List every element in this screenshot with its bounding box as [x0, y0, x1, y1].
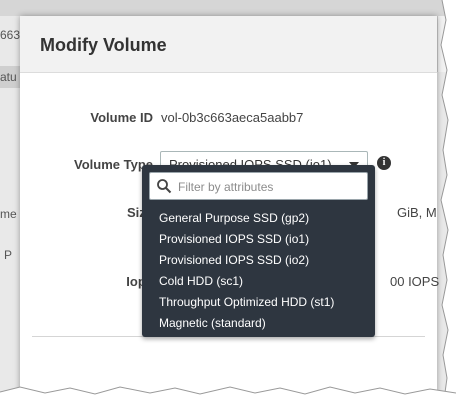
volume-id-label: Volume ID: [90, 110, 153, 125]
volume-id-value: vol-0b3c663aeca5aabb7: [161, 110, 304, 125]
option-sc1[interactable]: Cold HDD (sc1): [159, 274, 243, 288]
iops-hint-fragment: 00 IOPS: [390, 274, 440, 289]
option-st1[interactable]: Throughput Optimized HDD (st1): [159, 295, 334, 309]
option-gp2[interactable]: General Purpose SSD (gp2): [159, 211, 309, 225]
background-fragment: 663: [0, 28, 21, 42]
filter-placeholder: Filter by attributes: [178, 180, 274, 194]
info-icon[interactable]: i: [377, 156, 391, 170]
size-hint-fragment: GiB, M: [397, 205, 437, 220]
dialog-header: Modify Volume: [20, 16, 437, 73]
volume-type-label: Volume Type: [74, 157, 153, 172]
background-fragment: me: [0, 207, 17, 221]
background-fragment: P: [4, 248, 13, 262]
background-right-panel: [437, 16, 456, 72]
background-fragment: atu: [0, 70, 17, 84]
volume-type-dropdown-menu: Filter by attributes General Purpose SSD…: [142, 165, 375, 337]
option-standard[interactable]: Magnetic (standard): [159, 316, 266, 330]
option-io2[interactable]: Provisioned IOPS SSD (io2): [159, 253, 309, 267]
option-io1[interactable]: Provisioned IOPS SSD (io1): [159, 232, 309, 246]
search-icon: [157, 179, 172, 194]
dialog-title: Modify Volume: [40, 35, 167, 55]
background-top-bar: [0, 0, 456, 16]
filter-input[interactable]: Filter by attributes: [149, 172, 368, 200]
